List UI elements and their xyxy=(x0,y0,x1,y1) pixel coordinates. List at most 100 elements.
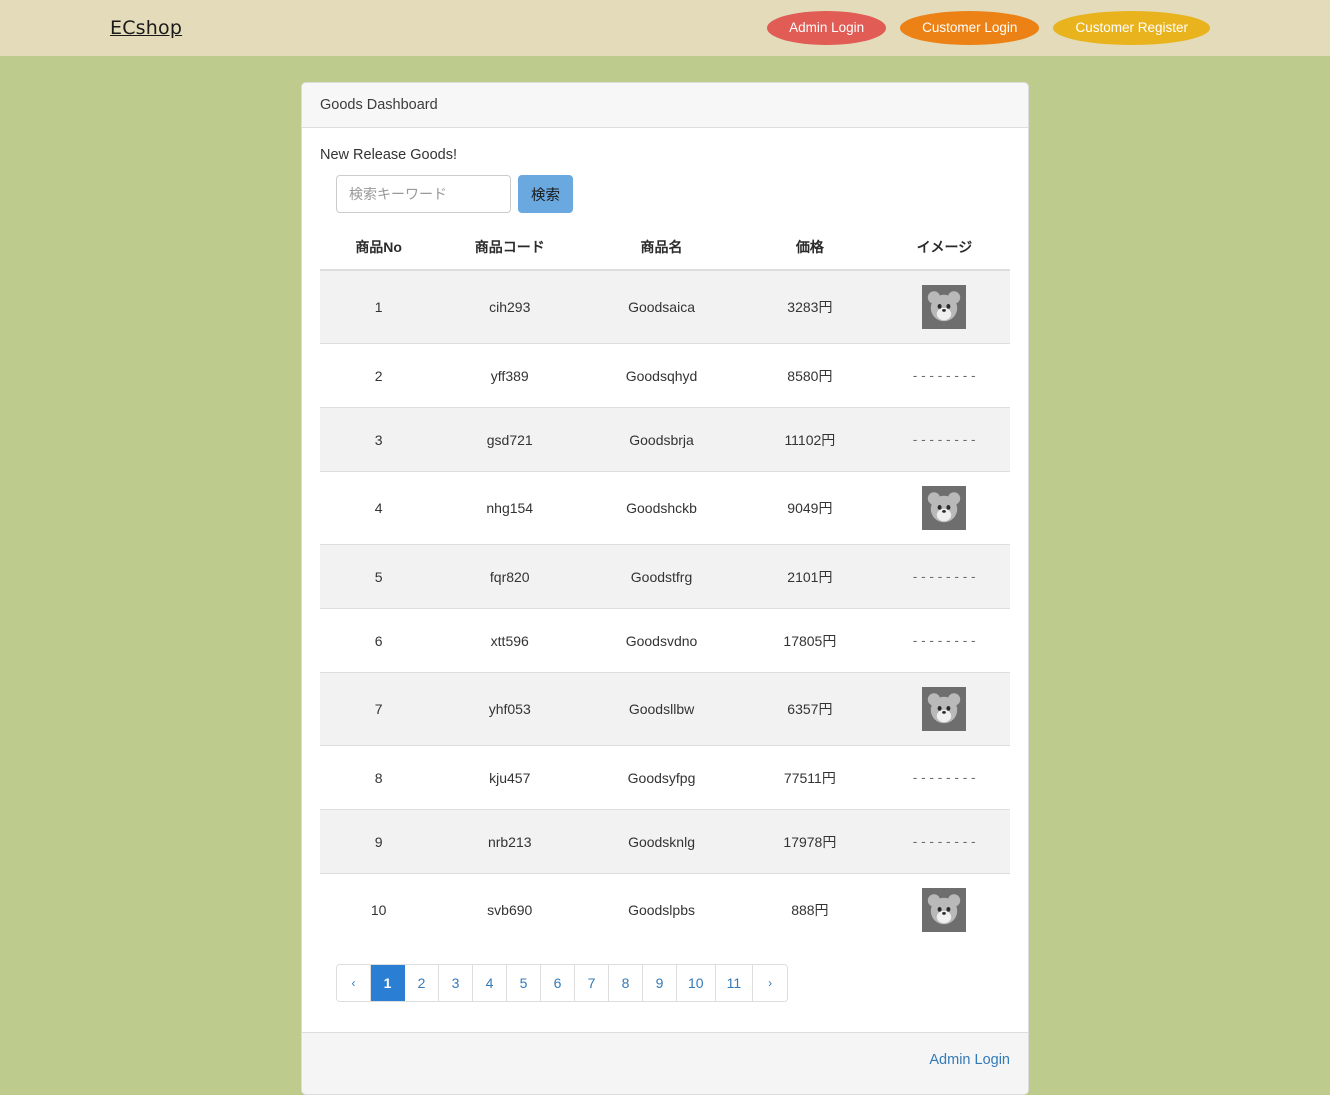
admin-login-button[interactable]: Admin Login xyxy=(767,11,887,45)
table-row[interactable]: 3 gsd721 Goodsbrja 11102円 -------- xyxy=(320,407,1010,472)
pagination-prev[interactable]: ‹ xyxy=(337,965,371,1001)
cell-goods-image xyxy=(878,873,1010,946)
brand-logo[interactable]: ECshop xyxy=(110,17,182,39)
no-image-placeholder: -------- xyxy=(911,570,978,585)
page-container: Goods Dashboard New Release Goods! 検索 商品… xyxy=(0,56,1330,1095)
cell-goods-name: Goodsllbw xyxy=(582,672,741,746)
cell-goods-name: Goodslpbs xyxy=(582,873,741,946)
cell-goods-code: nrb213 xyxy=(437,809,583,874)
no-image-placeholder: -------- xyxy=(911,433,978,448)
top-navbar: ECshop Admin Login Customer Login Custom… xyxy=(0,0,1330,56)
cell-goods-name: Goodsbrja xyxy=(582,407,741,472)
cell-goods-name: Goodsyfpg xyxy=(582,745,741,810)
cell-goods-price: 8580円 xyxy=(740,343,879,408)
pagination-page-11[interactable]: 11 xyxy=(715,965,754,1001)
cell-goods-price: 3283円 xyxy=(740,269,879,344)
card-header: Goods Dashboard xyxy=(302,83,1028,128)
search-form: 検索 xyxy=(320,175,1010,213)
cell-goods-code: svb690 xyxy=(437,873,583,946)
cell-goods-code: yhf053 xyxy=(437,672,583,746)
cell-goods-code: yff389 xyxy=(437,343,583,408)
pagination-page-6[interactable]: 6 xyxy=(541,965,575,1001)
cell-goods-no: 10 xyxy=(320,873,438,946)
card-footer: Admin Login xyxy=(302,1032,1028,1094)
pagination-page-10[interactable]: 10 xyxy=(677,965,716,1001)
pagination: ‹ 1 2 3 4 5 6 7 8 9 10 11 › xyxy=(336,964,789,1002)
card-body: New Release Goods! 検索 商品No 商品コード 商品名 価格 … xyxy=(302,128,1028,1032)
cell-goods-code: kju457 xyxy=(437,745,583,810)
table-header-row: 商品No 商品コード 商品名 価格 イメージ xyxy=(320,227,1010,271)
pagination-page-9[interactable]: 9 xyxy=(643,965,677,1001)
cell-goods-code: gsd721 xyxy=(437,407,583,472)
pagination-container: ‹ 1 2 3 4 5 6 7 8 9 10 11 › xyxy=(320,946,1010,1024)
pagination-page-5[interactable]: 5 xyxy=(507,965,541,1001)
cell-goods-code: cih293 xyxy=(437,269,583,344)
column-header-goods-no: 商品No xyxy=(320,227,438,271)
cell-goods-price: 9049円 xyxy=(740,471,879,545)
cell-goods-name: Goodsvdno xyxy=(582,608,741,673)
goods-dashboard-card: Goods Dashboard New Release Goods! 検索 商品… xyxy=(301,82,1029,1095)
cell-goods-price: 17805円 xyxy=(740,608,879,673)
search-input[interactable] xyxy=(336,175,511,213)
new-release-label: New Release Goods! xyxy=(320,147,458,163)
pagination-page-2[interactable]: 2 xyxy=(405,965,439,1001)
goods-image-thumbnail[interactable] xyxy=(922,888,967,932)
cell-goods-no: 8 xyxy=(320,745,438,810)
pagination-page-3[interactable]: 3 xyxy=(439,965,473,1001)
cell-goods-image: -------- xyxy=(878,343,1010,408)
table-row[interactable]: 6 xtt596 Goodsvdno 17805円 -------- xyxy=(320,608,1010,673)
cell-goods-price: 11102円 xyxy=(740,407,879,472)
cell-goods-image: -------- xyxy=(878,608,1010,673)
no-image-placeholder: -------- xyxy=(911,369,978,384)
footer-admin-login-link[interactable]: Admin Login xyxy=(929,1052,1010,1068)
cell-goods-code: nhg154 xyxy=(437,471,583,545)
column-header-image: イメージ xyxy=(878,227,1010,271)
cell-goods-name: Goodsqhyd xyxy=(582,343,741,408)
pagination-next[interactable]: › xyxy=(753,965,788,1001)
goods-image-thumbnail[interactable] xyxy=(922,285,967,329)
customer-login-button[interactable]: Customer Login xyxy=(900,11,1040,45)
cell-goods-image xyxy=(878,269,1010,344)
cell-goods-image: -------- xyxy=(878,745,1010,810)
table-row[interactable]: 1 cih293 Goodsaica 3283円 xyxy=(320,269,1010,344)
search-button[interactable]: 検索 xyxy=(518,175,573,213)
table-row[interactable]: 4 nhg154 Goodshckb 9049円 xyxy=(320,471,1010,545)
cell-goods-name: Goodsaica xyxy=(582,269,741,344)
table-row[interactable]: 9 nrb213 Goodsknlg 17978円 -------- xyxy=(320,809,1010,874)
column-header-price: 価格 xyxy=(740,227,879,271)
cell-goods-no: 2 xyxy=(320,343,438,408)
table-row[interactable]: 7 yhf053 Goodsllbw 6357円 xyxy=(320,672,1010,746)
no-image-placeholder: -------- xyxy=(911,634,978,649)
pagination-page-1: 1 xyxy=(371,965,405,1001)
no-image-placeholder: -------- xyxy=(911,771,978,786)
pagination-page-4[interactable]: 4 xyxy=(473,965,507,1001)
cell-goods-no: 6 xyxy=(320,608,438,673)
cell-goods-name: Goodstfrg xyxy=(582,544,741,609)
cell-goods-name: Goodshckb xyxy=(582,471,741,545)
table-row[interactable]: 10 svb690 Goodslpbs 888円 xyxy=(320,873,1010,946)
pagination-page-7[interactable]: 7 xyxy=(575,965,609,1001)
customer-register-button[interactable]: Customer Register xyxy=(1053,11,1210,45)
cell-goods-image xyxy=(878,471,1010,545)
goods-image-thumbnail[interactable] xyxy=(922,687,967,731)
cell-goods-image xyxy=(878,672,1010,746)
table-row[interactable]: 5 fqr820 Goodstfrg 2101円 -------- xyxy=(320,544,1010,609)
table-row[interactable]: 2 yff389 Goodsqhyd 8580円 -------- xyxy=(320,343,1010,408)
table-header: 商品No 商品コード 商品名 価格 イメージ xyxy=(320,227,1010,271)
cell-goods-image: -------- xyxy=(878,544,1010,609)
cell-goods-code: fqr820 xyxy=(437,544,583,609)
cell-goods-name: Goodsknlg xyxy=(582,809,741,874)
table-row[interactable]: 8 kju457 Goodsyfpg 77511円 -------- xyxy=(320,745,1010,810)
cell-goods-no: 9 xyxy=(320,809,438,874)
goods-image-thumbnail[interactable] xyxy=(922,486,967,530)
cell-goods-no: 4 xyxy=(320,471,438,545)
cell-goods-no: 1 xyxy=(320,269,438,344)
cell-goods-price: 888円 xyxy=(740,873,879,946)
cell-goods-no: 5 xyxy=(320,544,438,609)
cell-goods-price: 2101円 xyxy=(740,544,879,609)
pagination-page-8[interactable]: 8 xyxy=(609,965,643,1001)
cell-goods-price: 77511円 xyxy=(740,745,879,810)
cell-goods-image: -------- xyxy=(878,809,1010,874)
table-body: 1 cih293 Goodsaica 3283円 2 yff389 Goodsqhyd 858… xyxy=(320,269,1010,946)
cell-goods-price: 17978円 xyxy=(740,809,879,874)
